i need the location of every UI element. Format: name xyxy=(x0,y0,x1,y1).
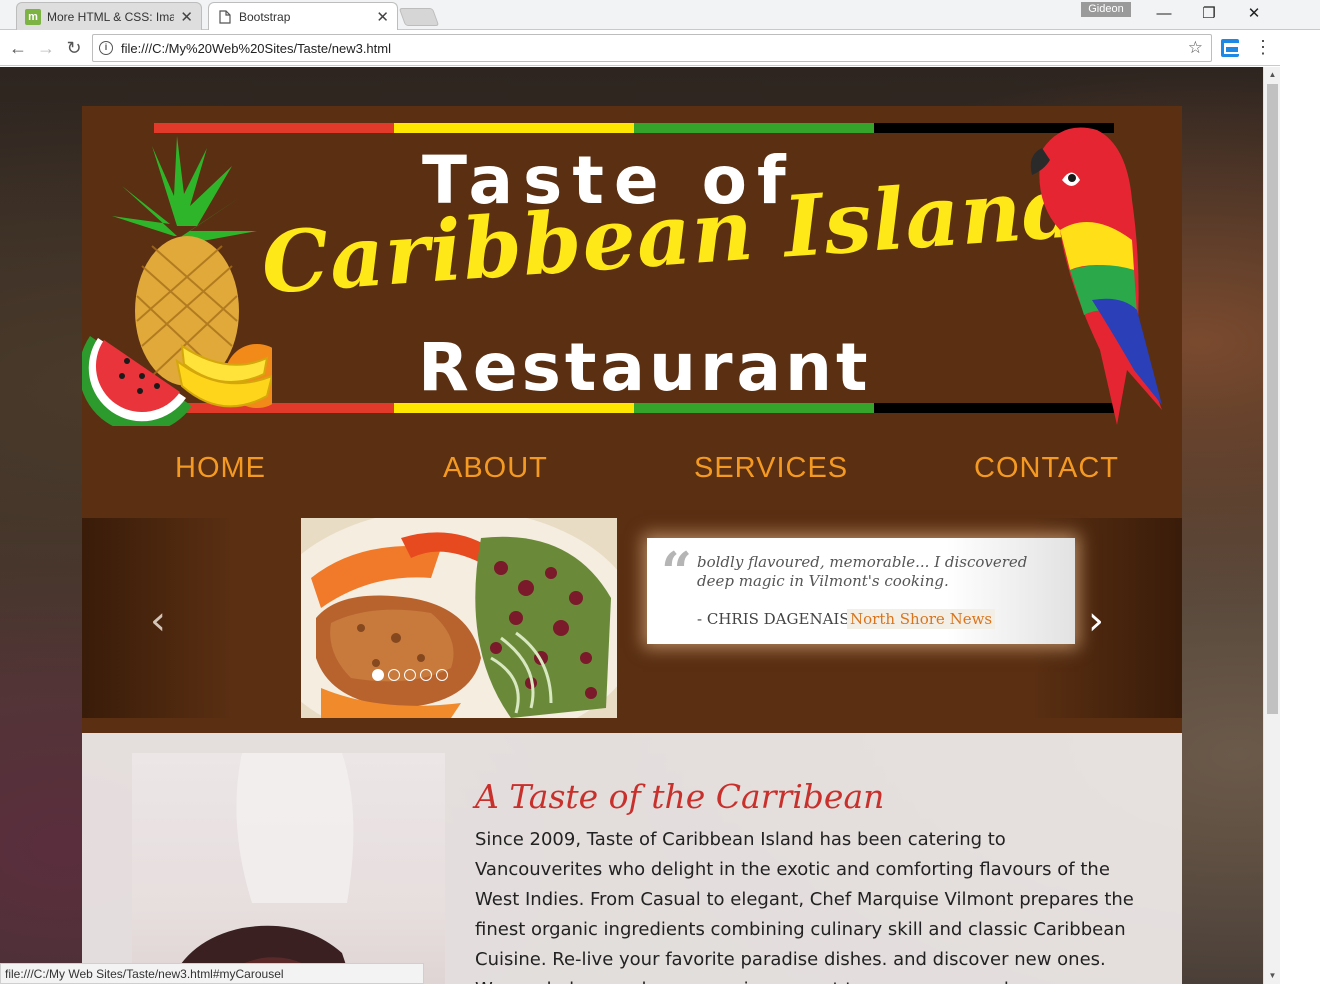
stripe-yellow xyxy=(394,123,634,133)
page-icon xyxy=(217,9,233,25)
carousel-indicators xyxy=(372,669,448,681)
close-window-icon[interactable]: ✕ xyxy=(1232,4,1276,26)
nav-home[interactable]: HOME xyxy=(175,452,266,485)
m-favicon-icon: m xyxy=(25,8,41,25)
carousel-indicator[interactable] xyxy=(436,669,448,681)
tab-title: Bootstrap xyxy=(239,10,291,24)
close-icon[interactable]: ✕ xyxy=(180,8,193,26)
about-section: A Taste of the Carribean Since 2009, Tas… xyxy=(82,733,1182,984)
extension-icon[interactable] xyxy=(1221,39,1240,57)
quote-source: North Shore News xyxy=(847,609,996,629)
back-icon[interactable]: ← xyxy=(6,36,30,60)
scrollbar-thumb[interactable] xyxy=(1267,84,1278,714)
carousel-indicator[interactable] xyxy=(404,669,416,681)
tab-more-html[interactable]: m More HTML & CSS: Imag ✕ xyxy=(16,2,202,30)
status-bar: file:///C:/My Web Sites/Taste/new3.html#… xyxy=(0,963,424,984)
tab-bootstrap[interactable]: Bootstrap ✕ xyxy=(208,2,398,31)
header-section: Taste of Caribbean Islands Restaurant HO… xyxy=(82,106,1182,518)
carousel-indicator[interactable] xyxy=(420,669,432,681)
testimonial-quote: “ boldly flavoured, memorable... I disco… xyxy=(647,538,1075,644)
testimonial-carousel: ‹ › “ boldly flavoured, memorable... I d… xyxy=(82,518,1182,718)
url-text[interactable]: file:///C:/My%20Web%20Sites/Taste/new3.h… xyxy=(121,41,1188,56)
chef-photo xyxy=(132,753,445,984)
forward-icon[interactable]: → xyxy=(34,36,58,60)
vertical-scrollbar[interactable]: ▲ ▼ xyxy=(1263,67,1280,984)
nav-services[interactable]: SERVICES xyxy=(694,452,848,485)
tab-title: More HTML & CSS: Imag xyxy=(47,9,175,24)
fruit-illustration-icon xyxy=(82,136,272,426)
nav-about[interactable]: ABOUT xyxy=(443,452,548,485)
section-title: A Taste of the Carribean xyxy=(475,777,885,816)
quote-text: boldly flavoured, memorable... I discove… xyxy=(697,553,1028,590)
carousel-indicator[interactable] xyxy=(388,669,400,681)
scroll-up-icon[interactable]: ▲ xyxy=(1264,67,1281,83)
bookmark-star-icon[interactable]: ☆ xyxy=(1188,38,1203,58)
minimize-icon[interactable]: — xyxy=(1142,4,1186,26)
restaurant-logo[interactable]: Taste of Caribbean Islands Restaurant xyxy=(82,106,1182,436)
stripe-green xyxy=(634,123,874,133)
url-bar[interactable]: i file:///C:/My%20Web%20Sites/Taste/new3… xyxy=(92,34,1212,62)
stripe-red xyxy=(154,123,394,133)
new-tab-button[interactable] xyxy=(398,8,440,26)
close-icon[interactable]: ✕ xyxy=(376,8,389,26)
reload-icon[interactable]: ↻ xyxy=(62,36,86,60)
browser-tabbar: m More HTML & CSS: Imag ✕ Bootstrap ✕ Gi… xyxy=(0,0,1320,31)
scroll-down-icon[interactable]: ▼ xyxy=(1264,968,1281,984)
chevron-right-icon[interactable]: › xyxy=(1088,598,1104,644)
address-toolbar: ← → ↻ i file:///C:/My%20Web%20Sites/Tast… xyxy=(0,30,1280,66)
info-icon[interactable]: i xyxy=(99,41,113,55)
restore-icon[interactable]: ❐ xyxy=(1187,4,1231,26)
quote-author: - CHRIS DAGENAIS xyxy=(697,610,850,628)
quote-mark-icon: “ xyxy=(661,540,693,604)
chevron-left-icon[interactable]: ‹ xyxy=(150,598,166,644)
nav-contact[interactable]: CONTACT xyxy=(974,452,1119,485)
carousel-indicator[interactable] xyxy=(372,669,384,681)
menu-icon[interactable]: ⋮ xyxy=(1254,36,1272,60)
section-body: Since 2009, Taste of Caribbean Island ha… xyxy=(475,829,1134,984)
page-container: Taste of Caribbean Islands Restaurant HO… xyxy=(82,106,1182,984)
logo-restaurant: Restaurant xyxy=(418,329,872,406)
profile-badge[interactable]: Gideon xyxy=(1081,2,1131,17)
parrot-illustration-icon xyxy=(1030,127,1162,425)
section-divider xyxy=(82,718,1182,733)
page-viewport: Taste of Caribbean Islands Restaurant HO… xyxy=(0,67,1263,984)
salmon-dish-photo xyxy=(301,518,617,718)
